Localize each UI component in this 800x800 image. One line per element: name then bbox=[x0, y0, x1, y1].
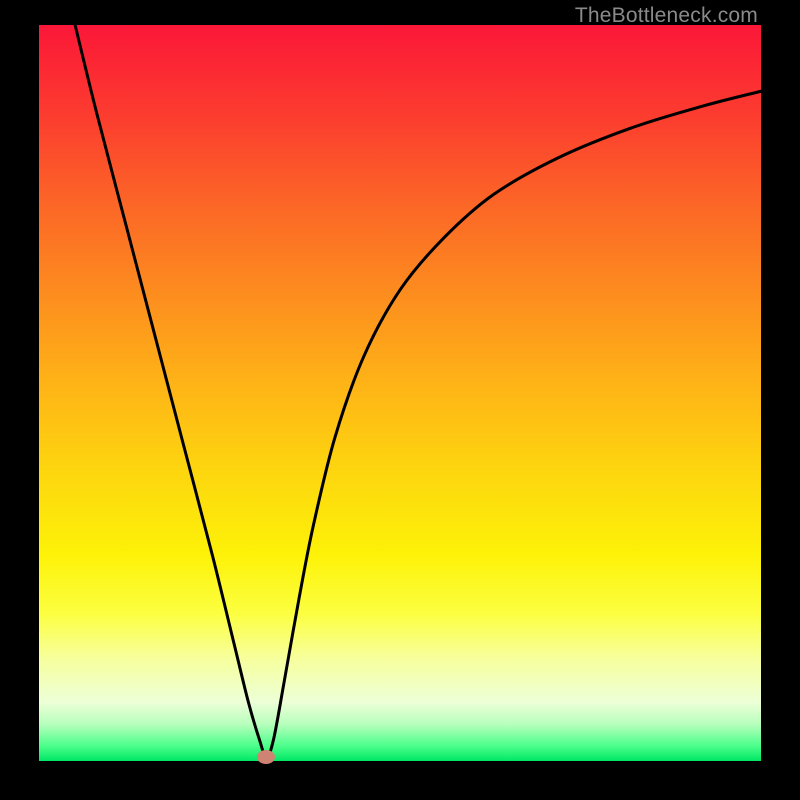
watermark-text: TheBottleneck.com bbox=[575, 4, 758, 28]
chart-frame bbox=[39, 25, 761, 761]
minimum-marker bbox=[257, 750, 275, 764]
bottleneck-curve bbox=[39, 25, 761, 761]
